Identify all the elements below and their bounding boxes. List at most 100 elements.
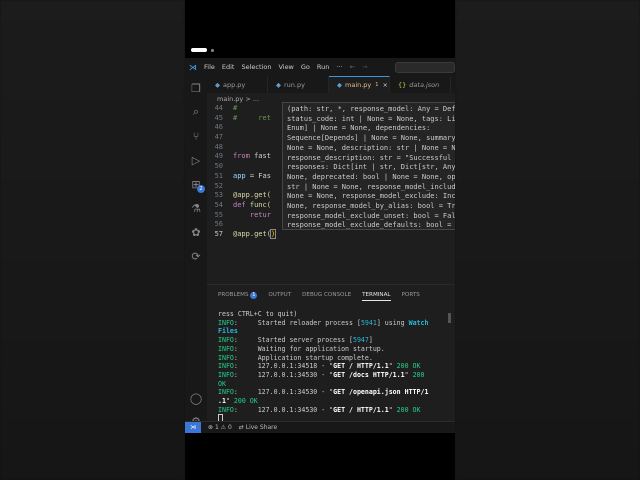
title-bar: ⋊ File Edit Selection View Go Run ··· ← → [185,58,455,76]
status-bar: ⋊ ⊗ 1 ⚠ 0 ⇄ Live Share [185,421,455,433]
menu-item[interactable]: Run [317,63,329,71]
back-arrow-icon[interactable]: ← [350,63,355,71]
forward-arrow-icon[interactable]: → [362,63,367,71]
source-control-icon[interactable]: ⑂ [185,124,207,148]
line-number: 44 [214,104,223,112]
line-code: app = Fas [233,171,271,180]
terminal-output[interactable]: ress CTRL+C to quit) INFO: Started reload… [218,310,441,425]
close-tab-icon[interactable]: × [382,81,387,89]
blurred-background-right [455,0,640,480]
search-icon[interactable]: ⌕ [185,100,207,124]
terminal-line: INFO: Waiting for application startup. [218,344,385,353]
bottom-panel: PROBLEMS 1 OUTPUT DEBUG CONSOLE TERMINAL POR… [207,284,455,423]
live-share-label: Live Share [245,424,278,431]
line-number: 45 [214,113,223,122]
line-code: @app.get( [233,191,271,200]
warning-count: 0 [227,424,232,431]
hover-line: status_code: int | None = None, tags: Li [287,114,455,123]
code-line[interactable]: 57 @app.get() [207,228,455,240]
line-number: 56 [214,220,223,229]
python-icon: ◆ [276,80,281,89]
hover-line: None, deprecated: bool | None = None, op [287,172,455,181]
activity-bar: ❐ ⌕ ⑂ ▷ ⊞2 ⚗ ✿ ⟳ ◯ ⚙1 [185,76,207,430]
line-code: @app.get() [233,228,277,239]
tab-label: run.py [284,80,305,89]
terminal-line: INFO: 127.0.0.1:34530 - "GET /openapi.js… [218,388,429,397]
remote-explorer-icon[interactable]: ⟳ [185,244,207,268]
status-dot [211,49,214,52]
line-number: 51 [214,171,223,180]
hover-line: None = None, description: str | None = N [287,143,455,152]
line-number: 57 [214,229,223,238]
panel-tab-label: TERMINAL [362,292,391,298]
breadcrumb[interactable]: main.py > ... [217,95,259,103]
panel-tab-label: PORTS [401,292,420,298]
panel-tabs: PROBLEMS 1 OUTPUT DEBUG CONSOLE TERMINAL POR… [207,285,455,301]
testing-icon[interactable]: ⚗ [185,196,207,220]
tab-label: data.json [409,80,440,89]
account-icon[interactable]: ◯ [185,386,207,410]
tab-data-json[interactable]: {} data.json [390,76,451,93]
panel-tab-label: PROBLEMS [218,292,249,298]
tab-run-py[interactable]: ◆ run.py [268,76,329,93]
problems-status[interactable]: ⊗ 1 ⚠ 0 [208,424,232,431]
panel-tab-ports[interactable]: PORTS [402,292,420,301]
tab-app-py[interactable]: ◆ app.py [207,76,268,93]
hover-line: None, response_model_by_alias: bool = Tr [287,202,455,211]
tab-main-py[interactable]: ◆ main.py 1 × [329,76,390,93]
line-code: # [233,104,238,112]
live-share-button[interactable]: ⇄ Live Share [239,424,277,431]
modified-count: 1 [375,82,379,88]
blurred-background-left [0,0,185,480]
run-debug-icon[interactable]: ▷ [185,148,207,172]
line-code: from fast [233,152,271,161]
panel-tab-output[interactable]: OUTPUT [268,292,291,301]
panel-tab-label: DEBUG CONSOLE [302,292,352,298]
menu-bar: File Edit Selection View Go Run ··· [204,63,343,71]
terminal-scrollbar[interactable] [448,313,451,323]
line-code: def func( [233,200,271,209]
vscode-window: ⋊ File Edit Selection View Go Run ··· ← → ❐ ⌕ … [185,58,455,433]
panel-tab-label: OUTPUT [268,292,292,298]
menu-item[interactable]: File [204,63,215,71]
python-icon: ◆ [337,81,342,89]
terminal-line: ress CTRL+C to quit) [218,310,298,318]
explorer-icon[interactable]: ❐ [185,76,207,100]
line-number: 54 [214,200,223,209]
line-number: 52 [214,181,223,190]
menu-item[interactable]: ··· [336,63,342,71]
terminal-line: INFO: 127.0.0.1:34518 - "GET / HTTP/1.1"… [218,362,421,371]
hover-line: Enum] | None = None, dependencies: [287,124,431,133]
terminal-line: Files [218,327,238,336]
error-count: 1 [214,424,219,431]
line-number: 55 [214,210,223,219]
menu-item[interactable]: Edit [222,63,235,71]
hover-line: response_model_exclude_unset: bool = Fal [287,211,455,220]
line-number: 53 [214,191,223,200]
hover-line: Sequence[Depends] | None = None, summary [287,134,455,143]
python-icon[interactable]: ✿ [185,220,207,244]
hover-line: (path: str, *, response_model: Any = Def [287,105,455,113]
status-pill [191,48,207,52]
menu-item[interactable]: Go [301,63,310,71]
hover-line: response_model_exclude_defaults: bool = [287,221,452,230]
panel-tab-terminal[interactable]: TERMINAL [362,292,391,301]
menu-item[interactable]: View [278,63,293,71]
hover-line: None = None, response_model_exclude: Inc [287,192,455,201]
terminal-line: INFO: Application startup complete. [218,353,373,362]
command-center-search[interactable] [395,61,455,73]
menu-item[interactable]: Selection [241,63,271,71]
panel-tab-problems[interactable]: PROBLEMS 1 [218,292,258,301]
terminal-line: INFO: 127.0.0.1:34530 - "GET / HTTP/1.1"… [218,405,421,414]
extensions-icon[interactable]: ⊞ 2 [185,172,207,196]
terminal-line: INFO: 127.0.0.1:34530 - "GET /docs HTTP/… [218,370,425,379]
line-number: 48 [214,142,223,151]
signature-hover-popup: (path: str, *, response_model: Any = Def… [282,102,455,230]
tab-label: app.py [223,80,246,89]
panel-tab-debug-console[interactable]: DEBUG CONSOLE [302,292,351,301]
line-code: retur [249,210,271,219]
hover-line: str | None = None, response_model_includ [287,182,455,191]
terminal-line: OK [218,379,226,388]
hover-line: responses: Dict[int | str, Dict[str, Any [287,163,455,172]
remote-indicator-icon[interactable]: ⋊ [185,421,201,433]
